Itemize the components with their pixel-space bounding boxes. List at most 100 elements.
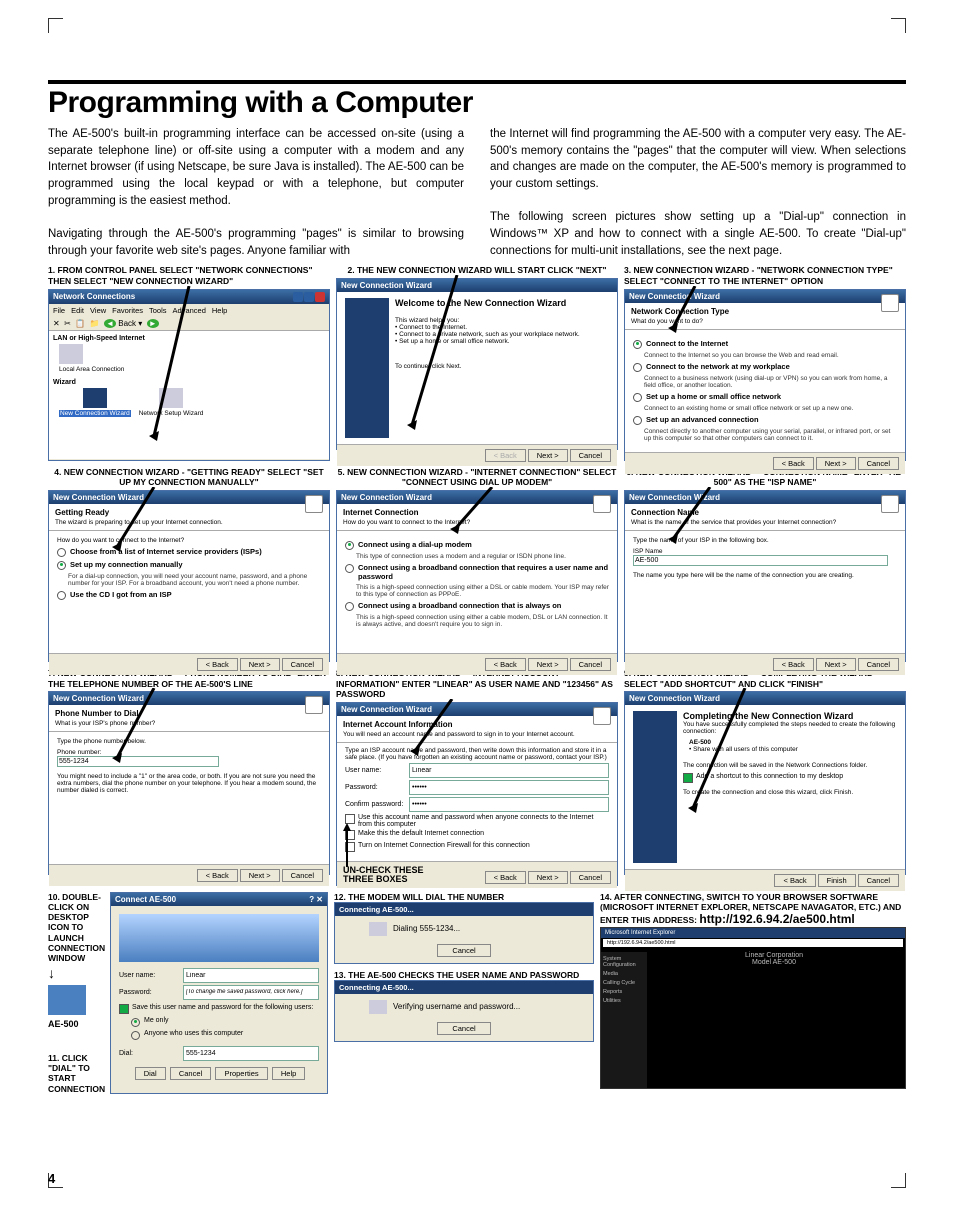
- window-title: Connecting AE-500...: [335, 981, 593, 994]
- phone-number-input[interactable]: [57, 756, 219, 767]
- step-4-caption: 4. NEW CONNECTION WIZARD - "GETTING READ…: [48, 467, 330, 488]
- next-button[interactable]: Next >: [816, 457, 856, 470]
- back-button[interactable]: < Back: [485, 658, 526, 671]
- step-1-caption: 1. FROM CONTROL PANEL SELECT "NETWORK CO…: [48, 265, 330, 286]
- back-button[interactable]: < Back: [197, 869, 238, 882]
- sidebar-item-reports[interactable]: Reports: [603, 989, 645, 995]
- desktop-shortcut-label: AE-500: [48, 1019, 106, 1029]
- cancel-button[interactable]: Cancel: [282, 869, 323, 882]
- cancel-button[interactable]: Cancel: [437, 1022, 490, 1035]
- browser-titlebar: Microsoft Internet Explorer: [601, 928, 905, 938]
- next-button[interactable]: Next >: [528, 449, 568, 462]
- address-bar[interactable]: http://192.6.94.2/ae500.html: [603, 939, 903, 947]
- back-button: < Back: [485, 449, 526, 462]
- next-button[interactable]: Next >: [528, 658, 568, 671]
- step-9: 9. NEW CONNECTION WIZARD - "COMPLETING T…: [624, 668, 906, 886]
- cancel-button[interactable]: Cancel: [570, 658, 611, 671]
- checkbox-anyone[interactable]: Use this account name and password when …: [345, 814, 609, 828]
- step-11-caption: 11. CLICK "DIAL" TO START CONNECTION: [48, 1053, 106, 1094]
- sidebar-item-utilities[interactable]: Utilities: [603, 998, 645, 1004]
- window-title: New Connection Wizard: [629, 493, 720, 502]
- back-button[interactable]: < Back: [197, 658, 238, 671]
- page-number: 4: [48, 1171, 55, 1186]
- close-icon[interactable]: [315, 292, 325, 302]
- cancel-button[interactable]: Cancel: [858, 874, 899, 887]
- modem-icon: [369, 922, 387, 936]
- radio-anyone[interactable]: Anyone who uses this computer: [131, 1030, 319, 1040]
- checkbox-shortcut[interactable]: Add a shortcut to this connection to my …: [683, 773, 897, 783]
- cancel-button[interactable]: Cancel: [858, 658, 899, 671]
- step-4: 4. NEW CONNECTION WIZARD - "GETTING READ…: [48, 467, 330, 662]
- radio-workplace[interactable]: Connect to the network at my workplace: [633, 362, 897, 372]
- back-button[interactable]: < Back: [485, 871, 526, 884]
- cancel-button[interactable]: Cancel: [282, 658, 323, 671]
- section-wizard: Wizard: [53, 379, 325, 386]
- radio-me-only[interactable]: Me only: [131, 1017, 319, 1027]
- section-lan: LAN or High-Speed Internet: [53, 335, 325, 342]
- back-button[interactable]: < Back: [773, 457, 814, 470]
- wizard-icon: [593, 495, 611, 513]
- username-input[interactable]: [183, 968, 319, 983]
- radio-cd[interactable]: Use the CD I got from an ISP: [57, 590, 321, 600]
- confirm-password-input[interactable]: [409, 797, 609, 812]
- window-title: Network Connections: [53, 292, 135, 301]
- radio-dialup[interactable]: Connect using a dial-up modem: [345, 540, 609, 550]
- cancel-button[interactable]: Cancel: [570, 871, 611, 884]
- radio-advanced[interactable]: Set up an advanced connection: [633, 415, 897, 425]
- checkbox-default[interactable]: Make this the default Internet connectio…: [345, 830, 609, 840]
- sidebar-item-media[interactable]: Media: [603, 971, 645, 977]
- next-button[interactable]: Next >: [240, 658, 280, 671]
- dialing-message: Dialing 555-1234...: [393, 924, 460, 933]
- intro-p4: The following screen pictures show setti…: [490, 211, 906, 256]
- step-3: 3. NEW CONNECTION WIZARD - "NETWORK CONN…: [624, 265, 906, 460]
- radio-broadband-on[interactable]: Connect using a broadband connection tha…: [345, 601, 609, 611]
- radio-broadband-pw[interactable]: Connect using a broadband connection tha…: [345, 563, 609, 581]
- cancel-button[interactable]: Cancel: [437, 944, 490, 957]
- step-2-caption: 2. THE NEW CONNECTION WIZARD WILL START …: [336, 265, 618, 276]
- dial-number-input[interactable]: [183, 1046, 319, 1061]
- next-button[interactable]: Next >: [528, 871, 568, 884]
- password-input[interactable]: [409, 780, 609, 795]
- step-3-caption: 3. NEW CONNECTION WIZARD - "NETWORK CONN…: [624, 265, 906, 286]
- cancel-button[interactable]: Cancel: [170, 1067, 211, 1080]
- menu-bar[interactable]: FileEditViewFavoritesToolsAdvancedHelp: [49, 304, 329, 317]
- radio-connect-internet[interactable]: Connect to the Internet: [633, 339, 897, 349]
- window-title: New Connection Wizard: [629, 694, 720, 703]
- sidebar-item-config[interactable]: System Configuration: [603, 956, 645, 968]
- radio-manual[interactable]: Set up my connection manually: [57, 560, 321, 570]
- password-input[interactable]: [183, 985, 319, 1000]
- step-6: 6. NEW CONNECTION WIZARD - "CONNECTION N…: [624, 467, 906, 662]
- new-connection-wizard-icon[interactable]: New Connection Wizard: [59, 410, 131, 417]
- browser-url: http://192.6.94.2/ae500.html: [699, 912, 854, 926]
- cancel-button[interactable]: Cancel: [858, 457, 899, 470]
- step-13-caption: 13. THE AE-500 CHECKS THE USER NAME AND …: [334, 970, 594, 980]
- step-10-caption: 10. DOUBLE-CLICK ON DESKTOP ICON TO LAUN…: [48, 892, 106, 963]
- desktop-shortcut-icon[interactable]: [48, 985, 86, 1015]
- back-button[interactable]: < Back: [773, 658, 814, 671]
- browser-sidebar: System Configuration Media Calling Cycle…: [601, 952, 647, 1088]
- next-button[interactable]: Next >: [816, 658, 856, 671]
- radio-home-network[interactable]: Set up a home or small office network: [633, 392, 897, 402]
- dial-button[interactable]: Dial: [135, 1067, 166, 1080]
- window-title: New Connection Wizard: [341, 493, 432, 502]
- username-input[interactable]: [409, 763, 609, 778]
- checkbox-save[interactable]: Save this user name and password for the…: [119, 1004, 319, 1014]
- isp-name-input[interactable]: [633, 555, 888, 566]
- minimize-icon[interactable]: [293, 292, 303, 302]
- help-button[interactable]: Help: [272, 1067, 305, 1080]
- intro-p2: Navigating through the AE-500's programm…: [48, 228, 464, 257]
- steps-10-11: 10. DOUBLE-CLICK ON DESKTOP ICON TO LAUN…: [48, 892, 328, 1094]
- properties-button[interactable]: Properties: [215, 1067, 267, 1080]
- next-button[interactable]: Next >: [240, 869, 280, 882]
- window-title: New Connection Wizard: [53, 493, 144, 502]
- back-button[interactable]: < Back: [774, 874, 815, 887]
- local-area-connection-icon[interactable]: Local Area Connection: [59, 366, 325, 373]
- sidebar-item-calling[interactable]: Calling Cycle: [603, 980, 645, 986]
- finish-button[interactable]: Finish: [818, 874, 856, 887]
- checkbox-firewall[interactable]: Turn on Internet Connection Firewall for…: [345, 842, 609, 852]
- radio-isp-list[interactable]: Choose from a list of Internet service p…: [57, 547, 321, 557]
- network-setup-wizard-icon[interactable]: Network Setup Wizard: [139, 410, 204, 417]
- cancel-button[interactable]: Cancel: [570, 449, 611, 462]
- maximize-icon[interactable]: [304, 292, 314, 302]
- window-title: Connecting AE-500...: [335, 903, 593, 916]
